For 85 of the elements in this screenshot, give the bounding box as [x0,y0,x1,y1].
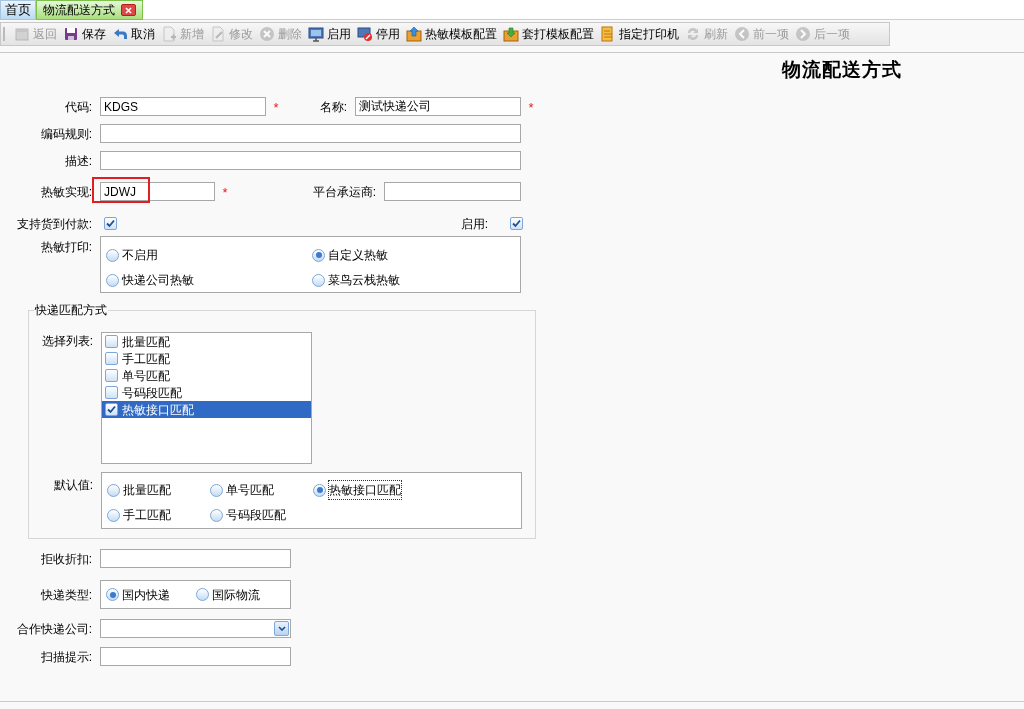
list-item[interactable]: 单号匹配 [102,367,311,384]
field-label: 平台承运商: [311,183,377,201]
toolbar-button[interactable]: 停用 [354,24,403,44]
field-label: 扫描提示: [39,648,93,666]
text-field[interactable] [100,549,291,568]
field-label: 支持货到付款: [15,216,93,233]
monitor-stop-icon [357,26,373,42]
radio-button[interactable] [106,273,119,287]
radio-button[interactable] [196,588,209,601]
text-field[interactable] [100,647,291,666]
toolbar-button[interactable]: 热敏模板配置 [403,24,500,44]
field-label: 代码: [63,98,93,116]
text-field[interactable]: JDWJ [100,182,215,201]
tab[interactable]: 物流配送方式 [36,0,143,20]
refresh-icon [685,26,701,42]
field-label: 选择列表: [40,333,94,350]
group-title: 快递匹配方式 [34,302,108,319]
tab[interactable]: 首页 [0,0,36,20]
checkbox[interactable] [105,352,118,365]
radio-button[interactable] [107,483,120,497]
radio-button[interactable] [313,483,326,497]
field-label: 编码规则: [39,125,93,143]
required-mark: * [272,98,280,117]
calendar-icon [14,26,30,42]
list-item[interactable]: 热敏接口匹配 [102,401,311,418]
radio-option[interactable]: 手工匹配 [107,506,210,524]
radio-button[interactable] [106,248,119,262]
radio-option[interactable]: 国际物流 [196,585,286,604]
page-title: 物流配送方式 [782,58,902,82]
toolbar-button[interactable]: 启用 [305,24,354,44]
required-mark: * [221,183,229,202]
field-label: 热敏实现: [39,183,93,201]
field-label: 默认值: [52,477,94,494]
radio-button[interactable] [106,588,119,601]
text-field[interactable] [100,124,521,143]
radio-button[interactable] [210,483,223,497]
toolbar-button[interactable]: 取消 [109,24,158,44]
text-field[interactable]: KDGS [100,97,266,116]
radio-option[interactable]: 热敏接口匹配 [313,481,521,499]
toolbar-button[interactable]: 保存 [60,24,109,44]
box-up-arrow-icon [406,26,422,42]
field-label: 描述: [63,152,93,170]
document-pencil-icon [210,26,226,42]
text-field[interactable] [100,151,521,170]
toolbar-button[interactable]: 套打模板配置 [500,24,597,44]
checkbox[interactable] [105,403,118,416]
printer-icon [600,26,616,42]
list-item[interactable]: 号码段匹配 [102,384,311,401]
delete-icon [259,26,275,42]
text-field[interactable] [384,182,521,201]
field-label: 合作快递公司: [15,620,93,638]
field-label: 启用: [459,216,488,233]
field-label: 拒收折扣: [39,550,93,568]
text-field[interactable]: 测试快递公司 [355,97,521,116]
checkbox[interactable] [105,335,118,348]
monitor-icon [308,26,324,42]
left-chevron-icon [734,26,750,42]
radio-option[interactable]: 自定义热敏 [312,246,520,264]
radio-option[interactable]: 不启用 [106,246,312,264]
right-chevron-icon [795,26,811,42]
required-mark: * [527,98,535,117]
radio-option[interactable]: 快递公司热敏 [106,271,312,289]
radio-option[interactable]: 号码段匹配 [210,506,313,524]
radio-option[interactable]: 单号匹配 [210,481,313,499]
radio-button[interactable] [312,248,325,262]
list-item[interactable]: 批量匹配 [102,333,311,350]
radio-option[interactable]: 批量匹配 [107,481,210,499]
field-label: 名称: [318,98,348,116]
checkbox[interactable] [105,386,118,399]
radio-button[interactable] [107,508,120,522]
box-down-arrow-icon [503,26,519,42]
radio-option[interactable]: 国内快递 [106,585,196,604]
checkbox[interactable] [510,217,523,230]
field-label: 快递类型: [39,586,93,604]
radio-button[interactable] [312,273,325,287]
checkbox[interactable] [104,217,117,230]
close-icon[interactable] [121,4,136,16]
field-label: 热敏打印: [39,239,93,256]
toolbar-button[interactable]: 指定打印机 [597,24,682,44]
radio-option[interactable]: 菜鸟云栈热敏 [312,271,520,289]
radio-button[interactable] [210,508,223,522]
checkbox[interactable] [105,369,118,382]
undo-arrow-icon [112,26,128,42]
list-item[interactable]: 手工匹配 [102,350,311,367]
document-plus-icon [161,26,177,42]
